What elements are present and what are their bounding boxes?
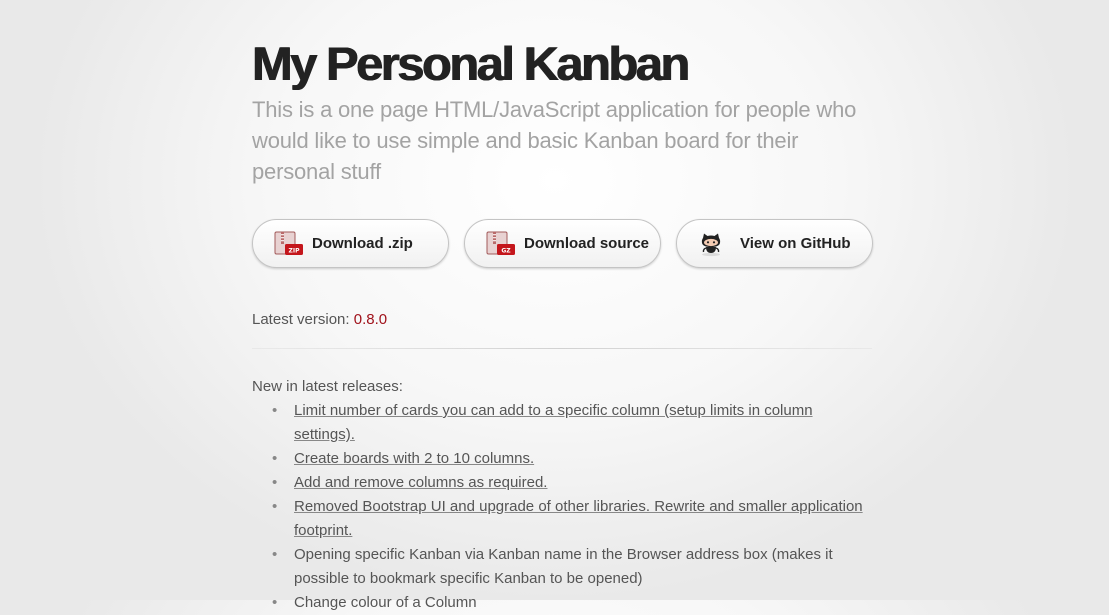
bullet: • <box>272 594 278 611</box>
view-on-github-button[interactable]: View on GitHub <box>676 219 873 268</box>
release-note-link[interactable]: Create boards with 2 to 10 columns. <box>294 450 534 467</box>
latest-version-number: 0.8.0 <box>353 311 388 328</box>
tagline: This is a one page HTML/JavaScript appli… <box>252 97 857 184</box>
release-note-text: Change colour of a Column <box>294 594 477 611</box>
bullet: • <box>272 474 278 491</box>
list-item: • Opening specific Kanban via Kanban name… <box>272 543 877 591</box>
bullet: • <box>272 402 278 419</box>
release-note-link[interactable]: Removed Bootstrap UI and upgrade of othe… <box>294 498 863 539</box>
gz-archive-icon: GZ <box>485 231 517 257</box>
release-note-link[interactable]: Add and remove columns as required. <box>294 474 547 491</box>
divider <box>252 348 872 349</box>
latest-version: Latest version: 0.8.0 <box>252 311 387 328</box>
list-item: • Change colour of a Column <box>272 591 877 615</box>
release-notes: New in latest releases: • Limit number of… <box>252 375 877 615</box>
bullet: • <box>272 498 278 515</box>
view-on-github-label: View on GitHub <box>740 235 851 252</box>
download-buttons: ZIP Download .zip GZ Download source Vie… <box>252 219 873 268</box>
download-zip-button[interactable]: ZIP Download .zip <box>252 219 449 268</box>
svg-text:ZIP: ZIP <box>289 247 301 254</box>
zip-archive-icon: ZIP <box>273 231 305 257</box>
list-item: • Create boards with 2 to 10 columns. <box>272 447 877 471</box>
bullet: • <box>272 450 278 467</box>
release-note-link[interactable]: Limit number of cards you can add to a s… <box>294 402 813 443</box>
svg-text:GZ: GZ <box>501 247 511 254</box>
page-title: My Personal Kanban <box>252 37 690 90</box>
release-notes-list: • Limit number of cards you can add to a … <box>252 399 877 615</box>
download-source-button[interactable]: GZ Download source <box>464 219 661 268</box>
bullet: • <box>272 546 278 563</box>
release-notes-heading: New in latest releases: <box>252 378 403 395</box>
release-note-text: Opening specific Kanban via Kanban name … <box>294 546 833 587</box>
latest-version-label: Latest version: <box>252 311 350 328</box>
list-item: • Removed Bootstrap UI and upgrade of oth… <box>272 495 877 543</box>
download-source-label: Download source <box>524 235 650 252</box>
list-item: • Limit number of cards you can add to a … <box>272 399 877 447</box>
list-item: • Add and remove columns as required. <box>272 471 877 495</box>
download-zip-label: Download .zip <box>312 235 413 252</box>
octocat-icon <box>697 231 729 257</box>
